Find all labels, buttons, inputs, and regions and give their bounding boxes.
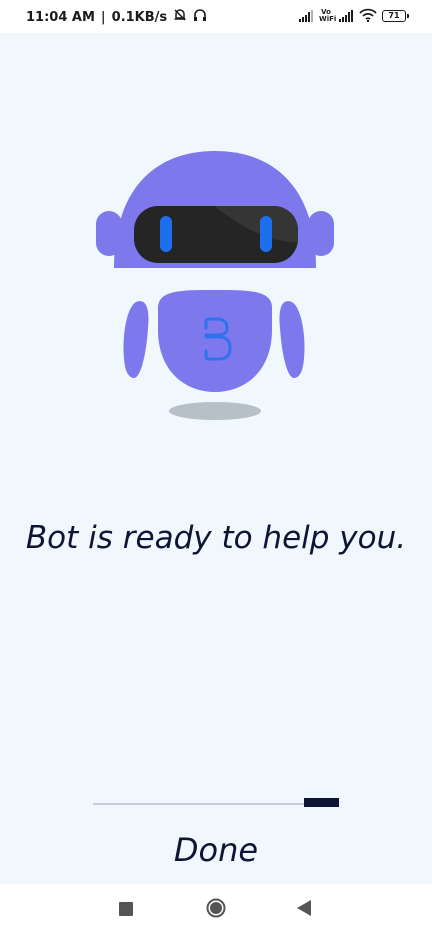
recents-button[interactable] — [114, 898, 138, 922]
ready-message: Bot is ready to help you. — [25, 520, 407, 556]
status-time: 11:04 AM — [26, 9, 95, 25]
done-button[interactable]: Done — [150, 826, 282, 874]
status-bar: 11:04 AM | 0.1KB/s Vo WiFi 71 — [0, 0, 432, 33]
progress-track — [93, 803, 339, 805]
signal-icon — [298, 7, 314, 26]
signal-icon — [338, 7, 354, 26]
status-left: 11:04 AM | 0.1KB/s — [26, 8, 207, 27]
robot-left-arm — [123, 301, 149, 378]
back-button[interactable] — [292, 898, 316, 922]
headphones-icon — [193, 8, 207, 27]
robot-right-arm — [279, 301, 305, 378]
circle-icon — [206, 898, 226, 922]
network-speed: 0.1KB/s — [111, 9, 168, 25]
battery-level: 71 — [388, 11, 400, 20]
robot-illustration — [96, 151, 334, 420]
robot-left-eye — [160, 216, 172, 252]
triangle-back-icon — [297, 900, 311, 920]
robot-right-eye — [260, 216, 272, 252]
robot-shadow — [169, 402, 261, 420]
progress-fill — [304, 798, 339, 807]
status-separator: | — [100, 9, 106, 25]
robot-body — [158, 290, 272, 392]
navigation-bar — [0, 884, 432, 936]
home-button[interactable] — [204, 898, 228, 922]
vowifi-bottom: WiFi — [319, 15, 337, 23]
bell-off-icon — [173, 8, 187, 27]
vowifi-indicator: Vo WiFi — [319, 9, 337, 23]
battery-icon: 71 — [382, 10, 409, 22]
wifi-icon — [359, 7, 377, 26]
status-right: Vo WiFi 71 — [298, 7, 409, 26]
square-icon — [119, 901, 133, 920]
